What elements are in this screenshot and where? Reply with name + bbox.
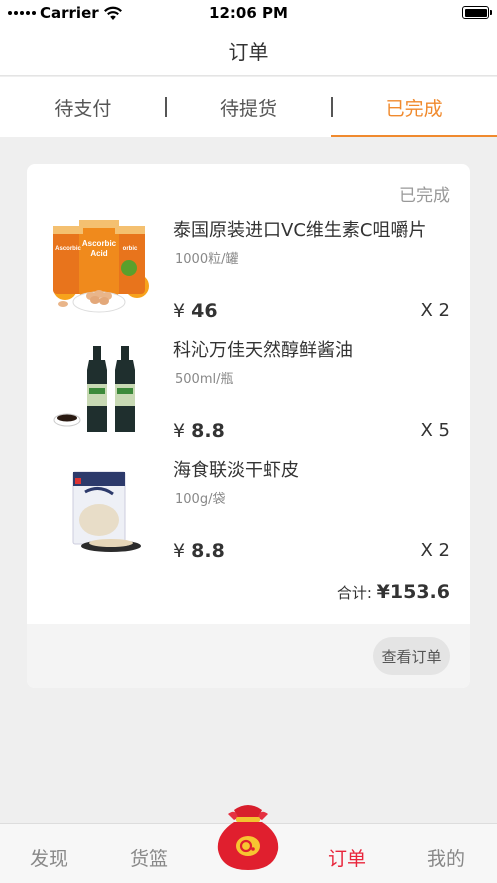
item-price: ¥ 8.8 (173, 420, 225, 442)
tab-pending-payment[interactable]: 待支付 (0, 77, 166, 137)
order-total: 合计: ¥153.6 (337, 581, 450, 603)
order-card[interactable]: 已完成 Ascorbic Acid Ascorbic orbic 泰国原装进口V… (27, 164, 470, 688)
tab-label: 已完成 (385, 97, 443, 120)
page-title: 订单 (228, 40, 269, 64)
tab-label: 待支付 (54, 97, 112, 120)
item-spec: 100g/袋 (175, 492, 226, 507)
soy-sauce-bottles-image (53, 346, 135, 432)
currency-symbol: ¥ (173, 540, 186, 562)
item-spec: 500ml/瓶 (175, 372, 234, 387)
tab-discover[interactable]: 发现 (30, 844, 68, 871)
clock: 12:06 PM (209, 4, 288, 22)
order-card-footer: 查看订单 (27, 624, 470, 688)
total-value: ¥153.6 (376, 581, 450, 603)
order-status: 已完成 (399, 186, 450, 206)
item-quantity: X 5 (420, 420, 450, 441)
tab-pending-pickup[interactable]: 待提货 (166, 77, 332, 137)
order-tabs: 待支付 待提货 已完成 (0, 77, 497, 137)
currency-symbol: ¥ (173, 300, 186, 322)
item-spec: 1000粒/罐 (175, 252, 239, 267)
tab-orders[interactable]: 订单 (328, 844, 366, 871)
tab-divider (165, 97, 167, 117)
currency-symbol: ¥ (173, 420, 186, 442)
tab-divider (331, 97, 333, 117)
item-quantity: X 2 (420, 300, 450, 321)
total-label: 合计: (336, 584, 372, 602)
price-value: 8.8 (191, 420, 225, 442)
svg-text:orbic: orbic (123, 246, 138, 252)
tab-label: 待提货 (220, 97, 278, 120)
item-quantity: X 2 (420, 540, 450, 561)
tab-completed[interactable]: 已完成 (331, 77, 497, 137)
battery-icon (462, 6, 492, 19)
tab-mine[interactable]: 我的 (427, 844, 465, 871)
order-item[interactable]: 科沁万佳天然醇鲜酱油 500ml/瓶 ¥ 8.8 X 5 (27, 336, 470, 456)
tab-basket[interactable]: 货篮 (130, 844, 168, 871)
item-name: 科沁万佳天然醇鲜酱油 (173, 340, 353, 361)
item-price: ¥ 46 (173, 300, 218, 322)
svg-text:Ascorbic: Ascorbic (55, 246, 81, 252)
order-item[interactable]: 海食联淡干虾皮 100g/袋 ¥ 8.8 X 2 (27, 456, 470, 576)
item-name: 泰国原装进口VC维生素C咀嚼片 (173, 220, 427, 241)
svg-text:Ascorbic: Ascorbic (82, 239, 117, 248)
item-name: 海食联淡干虾皮 (173, 460, 299, 481)
order-item[interactable]: Ascorbic Acid Ascorbic orbic 泰国原装进口VC维生素… (27, 216, 470, 336)
price-value: 46 (191, 300, 218, 322)
svg-text:Acid: Acid (90, 249, 107, 258)
status-bar: Carrier 12:06 PM (0, 0, 497, 26)
lucky-bag-icon[interactable] (214, 800, 282, 872)
view-order-button[interactable]: 查看订单 (373, 637, 450, 675)
item-price: ¥ 8.8 (173, 540, 225, 562)
dried-shrimp-bag-image (72, 471, 141, 552)
price-value: 8.8 (191, 540, 225, 562)
vitamin-c-jar-image: Ascorbic Acid Ascorbic orbic (53, 220, 149, 313)
nav-bar: 订单 (0, 26, 497, 76)
